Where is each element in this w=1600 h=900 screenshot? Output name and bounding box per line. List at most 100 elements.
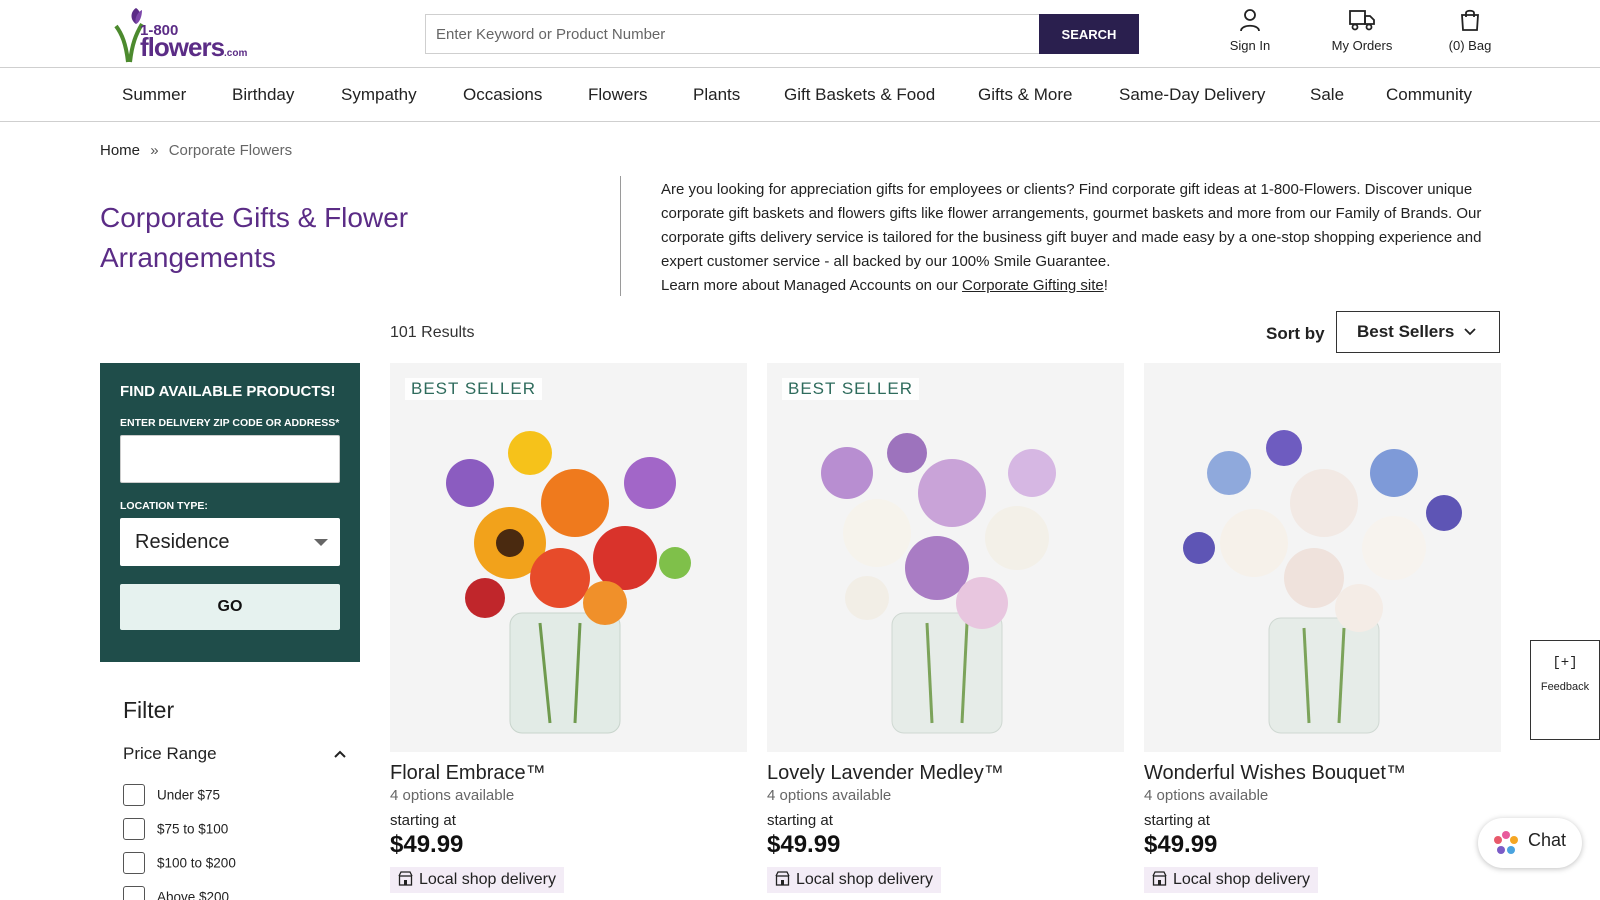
sort-value: Best Sellers xyxy=(1357,322,1455,341)
nav-item-gift-baskets-food[interactable]: Gift Baskets & Food xyxy=(784,85,935,105)
delivery-badge: Local shop delivery xyxy=(390,867,564,893)
corporate-gifting-link[interactable]: Corporate Gifting site xyxy=(962,277,1104,294)
shop-icon xyxy=(1152,871,1167,886)
breadcrumb-home[interactable]: Home xyxy=(100,142,140,159)
title-divider xyxy=(620,176,621,296)
product-options: 4 options available xyxy=(1144,787,1269,804)
shopping-bag-icon xyxy=(1461,9,1479,31)
product-card[interactable]: BEST SELLER Lovely Lavender Medley™ 4 op… xyxy=(767,363,1124,893)
sign-in-link[interactable]: Sign In xyxy=(1220,8,1280,53)
feedback-icon: [+] xyxy=(1552,655,1578,671)
product-name[interactable]: Floral Embrace™ xyxy=(390,762,747,785)
product-name[interactable]: Lovely Lavender Medley™ xyxy=(767,762,1124,785)
price-option-label: $100 to $200 xyxy=(157,855,236,871)
location-type-label: LOCATION TYPE: xyxy=(120,500,208,512)
product-card[interactable]: Wonderful Wishes Bouquet™ 4 options avai… xyxy=(1144,363,1501,893)
floral-embrace-image xyxy=(390,363,747,752)
breadcrumb-current: Corporate Flowers xyxy=(168,142,293,159)
product-card[interactable]: BEST SELLER Floral Embrace™ 4 options av… xyxy=(390,363,747,893)
chat-flower-icon xyxy=(1494,831,1518,854)
product-image[interactable]: BEST SELLER xyxy=(390,363,747,752)
intro-end: ! xyxy=(1103,277,1108,294)
price-option-label: Under $75 xyxy=(157,787,221,803)
delivery-label: Local shop delivery xyxy=(1173,871,1310,888)
feedback-label: Feedback xyxy=(1540,681,1590,693)
product-starting-at: starting at xyxy=(1144,812,1210,829)
product-starting-at: starting at xyxy=(390,812,456,829)
delivery-badge: Local shop delivery xyxy=(767,867,941,893)
chevron-up-icon[interactable] xyxy=(333,749,347,759)
breadcrumb-separator: » xyxy=(150,142,159,159)
chat-button[interactable]: Chat xyxy=(1478,818,1582,868)
nav-item-sympathy[interactable]: Sympathy xyxy=(341,85,417,105)
breadcrumb: Home » Corporate Flowers xyxy=(100,142,292,159)
zip-label: ENTER DELIVERY ZIP CODE OR ADDRESS* xyxy=(120,417,340,429)
nav-item-same-day-delivery[interactable]: Same-Day Delivery xyxy=(1119,85,1265,105)
price-option-label: Above $200 xyxy=(157,889,230,900)
my-orders-label: My Orders xyxy=(1331,38,1393,53)
product-price: $49.99 xyxy=(1144,831,1218,858)
checkbox[interactable] xyxy=(123,886,145,900)
search-input[interactable] xyxy=(425,14,1039,54)
product-options: 4 options available xyxy=(767,787,892,804)
shop-icon xyxy=(398,871,413,886)
sort-dropdown[interactable]: Best Sellers xyxy=(1336,311,1500,353)
user-icon xyxy=(1240,9,1260,32)
checkbox[interactable] xyxy=(123,784,145,806)
intro-text: Are you looking for appreciation gifts f… xyxy=(661,178,1491,298)
lovely-lavender-image xyxy=(767,363,1124,752)
price-option[interactable]: $75 to $100 xyxy=(123,818,228,840)
product-image[interactable]: BEST SELLER xyxy=(767,363,1124,752)
nav-item-plants[interactable]: Plants xyxy=(693,85,740,105)
results-count: 101 Results xyxy=(390,324,475,341)
find-panel-title: FIND AVAILABLE PRODUCTS! xyxy=(120,383,336,400)
truck-icon xyxy=(1349,10,1375,31)
nav-item-occasions[interactable]: Occasions xyxy=(463,85,542,105)
price-range-header[interactable]: Price Range xyxy=(123,744,217,764)
nav-item-sale[interactable]: Sale xyxy=(1310,85,1344,105)
checkbox[interactable] xyxy=(123,852,145,874)
nav-item-community[interactable]: Community xyxy=(1386,85,1472,105)
site-logo[interactable]: 1-800 flowers .com xyxy=(112,4,247,63)
product-image[interactable] xyxy=(1144,363,1501,752)
nav-item-birthday[interactable]: Birthday xyxy=(232,85,294,105)
nav-item-flowers[interactable]: Flowers xyxy=(588,85,648,105)
price-option[interactable]: $100 to $200 xyxy=(123,852,236,874)
delivery-label: Local shop delivery xyxy=(419,871,556,888)
sort-label: Sort by xyxy=(1266,324,1325,343)
best-seller-badge: BEST SELLER xyxy=(782,378,920,400)
product-options: 4 options available xyxy=(390,787,515,804)
main-nav: Summer Birthday Sympathy Occasions Flowe… xyxy=(0,68,1600,122)
location-type-select[interactable]: Residence xyxy=(120,518,340,566)
best-seller-badge: BEST SELLER xyxy=(405,378,543,400)
checkbox[interactable] xyxy=(123,818,145,840)
nav-item-gifts-more[interactable]: Gifts & More xyxy=(978,85,1072,105)
product-name[interactable]: Wonderful Wishes Bouquet™ xyxy=(1144,762,1501,785)
shop-icon xyxy=(775,871,790,886)
my-orders-link[interactable]: My Orders xyxy=(1322,8,1402,53)
zip-input[interactable] xyxy=(120,435,340,483)
chat-label: Chat xyxy=(1528,830,1567,850)
feedback-button[interactable]: [+] Feedback xyxy=(1530,640,1600,740)
go-button[interactable]: GO xyxy=(120,584,340,630)
search-bar: SEARCH xyxy=(425,14,1139,54)
sign-in-label: Sign In xyxy=(1229,38,1271,53)
delivery-badge: Local shop delivery xyxy=(1144,867,1318,893)
product-starting-at: starting at xyxy=(767,812,833,829)
site-header: 1-800 flowers .com SEARCH Sign In My Ord… xyxy=(0,0,1600,68)
wonderful-wishes-image xyxy=(1144,363,1501,752)
logo-com: .com xyxy=(224,48,248,59)
nav-item-summer[interactable]: Summer xyxy=(122,85,186,105)
chevron-down-icon xyxy=(1464,328,1476,336)
bag-label: (0) Bag xyxy=(1448,38,1492,53)
find-products-panel: FIND AVAILABLE PRODUCTS! ENTER DELIVERY … xyxy=(100,363,360,662)
search-button[interactable]: SEARCH xyxy=(1039,14,1139,54)
filter-title: Filter xyxy=(123,697,175,723)
price-option[interactable]: Above $200 xyxy=(123,886,229,900)
product-price: $49.99 xyxy=(390,831,464,858)
delivery-label: Local shop delivery xyxy=(796,871,933,888)
price-option-label: $75 to $100 xyxy=(157,821,229,837)
bag-link[interactable]: (0) Bag xyxy=(1440,8,1500,53)
intro-learn-more: Learn more about Managed Accounts on our xyxy=(661,277,963,294)
price-option[interactable]: Under $75 xyxy=(123,784,220,806)
